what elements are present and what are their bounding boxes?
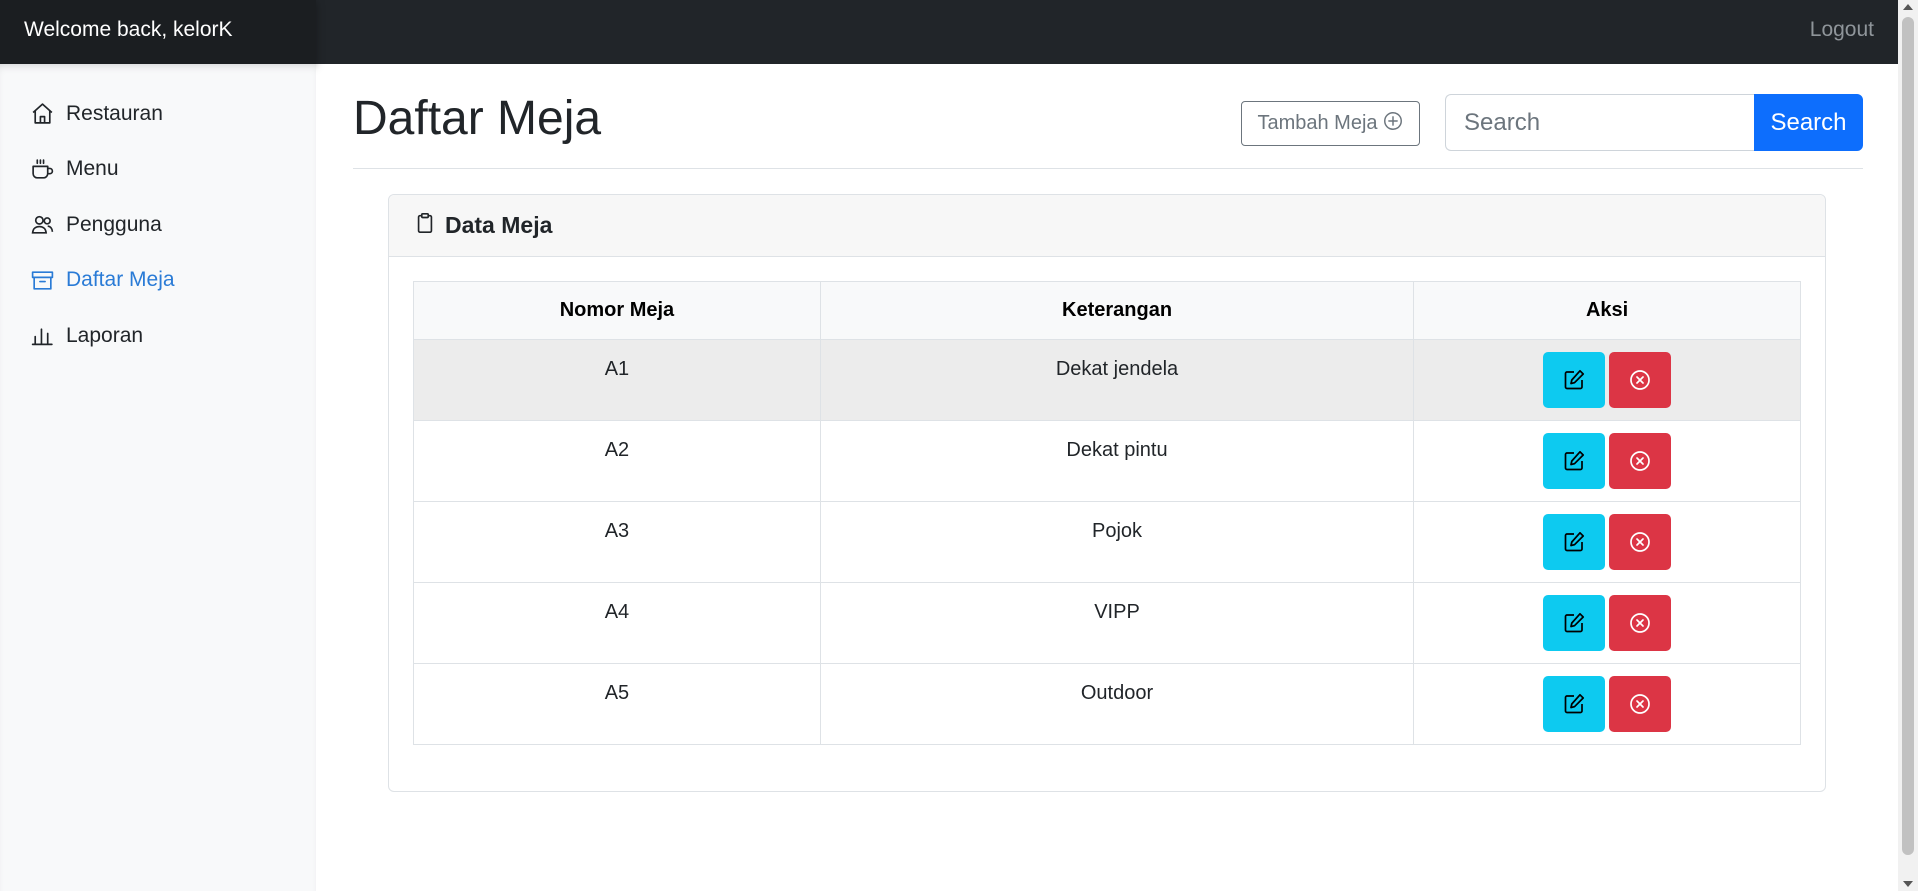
cell-nomor-meja: A4 (413, 582, 821, 664)
cell-keterangan: Dekat pintu (819, 420, 1415, 502)
delete-button[interactable] (1609, 433, 1672, 489)
edit-icon (1564, 369, 1585, 390)
sidebar-item-menu[interactable]: Menu (0, 142, 316, 198)
x-circle-icon (1630, 451, 1650, 471)
edit-button[interactable] (1543, 676, 1606, 732)
sidebar-item-restauran[interactable]: Restauran (0, 86, 316, 142)
page-scrollbar[interactable] (1898, 0, 1918, 891)
delete-button[interactable] (1609, 676, 1672, 732)
x-circle-icon (1630, 532, 1650, 552)
x-circle-icon (1630, 613, 1650, 633)
scroll-thumb[interactable] (1902, 17, 1914, 855)
edit-icon (1564, 693, 1585, 714)
delete-button[interactable] (1609, 595, 1672, 651)
edit-button[interactable] (1543, 433, 1606, 489)
search-input[interactable] (1445, 94, 1756, 151)
table-header-row: Nomor Meja Keterangan Aksi (413, 281, 1801, 340)
tambah-meja-button[interactable]: Tambah Meja (1241, 101, 1420, 146)
cell-keterangan: Pojok (819, 501, 1415, 583)
people-icon (29, 211, 56, 238)
sidebar-item-pengguna[interactable]: Pengguna (0, 197, 316, 253)
table-row: A2 Dekat pintu (413, 420, 1801, 502)
edit-icon (1564, 531, 1585, 552)
table-row: A3 Pojok (413, 501, 1801, 583)
cell-nomor-meja: A3 (413, 501, 821, 583)
sidebar-item-label: Laporan (66, 323, 144, 347)
sidebar-item-label: Menu (66, 157, 119, 181)
cell-aksi (1413, 339, 1801, 421)
sidebar-item-label: Daftar Meja (66, 268, 175, 292)
edit-button[interactable] (1543, 595, 1606, 651)
bar-chart-icon (29, 322, 56, 349)
scroll-up-arrow-icon[interactable] (1903, 4, 1913, 10)
x-circle-icon (1630, 370, 1650, 390)
delete-button[interactable] (1609, 514, 1672, 570)
x-circle-icon (1630, 694, 1650, 714)
sidebar: Restauran Menu Pengguna Daftar Meja Lapo… (0, 64, 316, 891)
main-content: Daftar Meja Tambah Meja Search Data Meja… (316, 64, 1898, 891)
archive-icon (29, 267, 56, 294)
cell-aksi (1413, 582, 1801, 664)
column-header-keterangan: Keterangan (819, 281, 1415, 340)
cell-keterangan: Outdoor (819, 663, 1415, 745)
cell-keterangan: Dekat jendela (819, 339, 1415, 421)
meja-table: Nomor Meja Keterangan Aksi A1 Dekat jend… (413, 281, 1801, 745)
cell-aksi (1413, 501, 1801, 583)
sidebar-nav: Restauran Menu Pengguna Daftar Meja Lapo… (0, 64, 316, 364)
edit-icon (1564, 612, 1585, 633)
scroll-down-arrow-icon[interactable] (1903, 881, 1913, 887)
sidebar-item-label: Pengguna (66, 212, 162, 236)
welcome-text: Welcome back, kelorK (0, 0, 316, 64)
page-title: Daftar Meja (353, 92, 602, 145)
tambah-meja-label: Tambah Meja (1257, 112, 1378, 134)
edit-button[interactable] (1543, 514, 1606, 570)
card-title: Data Meja (445, 212, 553, 238)
cell-aksi (1413, 420, 1801, 502)
table-row: A1 Dekat jendela (413, 339, 1801, 421)
column-header-aksi: Aksi (1413, 281, 1801, 340)
cell-nomor-meja: A2 (413, 420, 821, 502)
title-divider (353, 168, 1863, 169)
sidebar-item-label: Restauran (66, 101, 163, 125)
edit-button[interactable] (1543, 352, 1606, 408)
plus-circle-icon (1382, 110, 1404, 138)
cell-keterangan: VIPP (819, 582, 1415, 664)
delete-button[interactable] (1609, 352, 1672, 408)
sidebar-item-laporan[interactable]: Laporan (0, 308, 316, 364)
cell-nomor-meja: A1 (413, 339, 821, 421)
sidebar-item-daftar-meja[interactable]: Daftar Meja (0, 253, 316, 309)
clipboard-icon (414, 212, 445, 240)
search-button[interactable]: Search (1754, 94, 1863, 151)
logout-link[interactable]: Logout (1810, 0, 1874, 60)
cup-icon (29, 156, 56, 183)
edit-icon (1564, 450, 1585, 471)
cell-nomor-meja: A5 (413, 663, 821, 745)
table-row: A4 VIPP (413, 582, 1801, 664)
data-meja-card: Data Meja Nomor Meja Keterangan Aksi A1 … (388, 194, 1826, 792)
card-header: Data Meja (389, 195, 1825, 257)
top-navbar: Welcome back, kelorK Logout (0, 0, 1898, 64)
cell-aksi (1413, 663, 1801, 745)
table-row: A5 Outdoor (413, 663, 1801, 745)
house-icon (29, 100, 56, 127)
column-header-nomor-meja: Nomor Meja (413, 281, 821, 340)
